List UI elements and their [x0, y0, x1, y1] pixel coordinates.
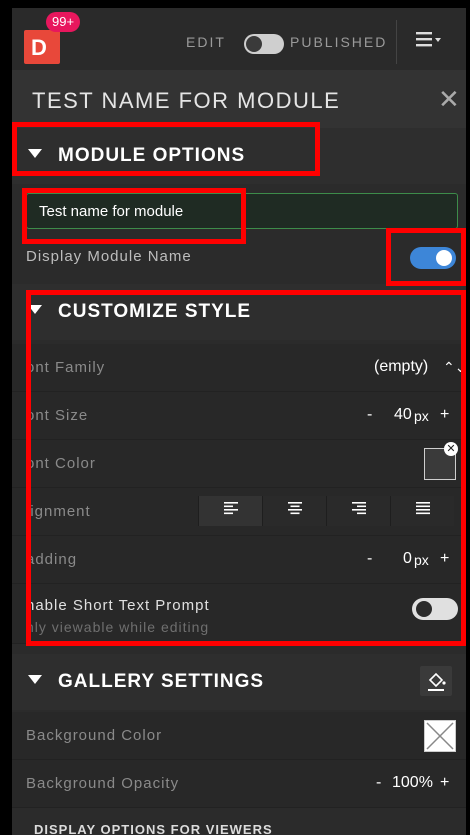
annotation-box-customize-style: [26, 290, 466, 646]
opacity-decrement[interactable]: -: [376, 774, 381, 792]
published-label: PUBLISHED: [290, 34, 388, 50]
annotation-box-display-toggle: [386, 228, 466, 286]
display-module-name-label: Display Module Name: [26, 248, 192, 265]
opacity-value[interactable]: 100%: [392, 774, 433, 792]
gallery-settings-label: GALLERY SETTINGS: [58, 671, 265, 692]
opacity-increment[interactable]: +: [440, 774, 449, 792]
gallery-settings-header[interactable]: GALLERY SETTINGS: [12, 654, 466, 710]
annotation-box-module-options: [12, 122, 320, 176]
edit-label: EDIT: [186, 34, 226, 50]
divider: [396, 20, 397, 64]
background-color-row: Background Color: [12, 712, 466, 760]
app-logo[interactable]: D: [24, 30, 60, 64]
hamburger-menu-icon[interactable]: [416, 28, 442, 54]
background-color-label: Background Color: [26, 727, 163, 744]
toggle-knob: [246, 36, 262, 52]
display-options-label: DISPLAY OPTIONS FOR VIEWERS: [34, 822, 273, 835]
background-opacity-row: Background Opacity - 100% +: [12, 760, 466, 808]
module-title-bar: TEST NAME FOR MODULE ✕: [12, 70, 466, 128]
module-title: TEST NAME FOR MODULE: [32, 88, 341, 113]
annotation-box-name-input: [22, 188, 246, 244]
caret-down-icon: [28, 675, 42, 684]
close-icon[interactable]: ✕: [438, 84, 460, 115]
top-bar: D 99+ EDIT PUBLISHED: [12, 8, 466, 70]
logo-letter: D: [31, 35, 47, 60]
paint-bucket-icon[interactable]: [420, 666, 452, 696]
notification-badge[interactable]: 99+: [46, 12, 81, 32]
edit-published-toggle[interactable]: [244, 34, 284, 54]
background-color-swatch[interactable]: [424, 720, 456, 752]
background-opacity-label: Background Opacity: [26, 775, 180, 792]
